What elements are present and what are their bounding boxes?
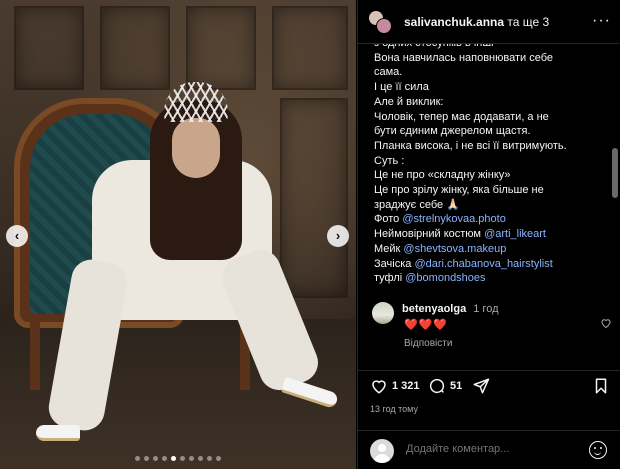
wall-panel: [14, 6, 84, 90]
author-username[interactable]: salivanchuk.anna: [404, 15, 504, 29]
caption-text: сама.: [374, 66, 403, 79]
comment-input[interactable]: [406, 443, 586, 455]
next-slide-button[interactable]: ›: [327, 225, 349, 247]
caption-text: Це не про «складну жінку»: [374, 169, 511, 182]
caption-text: Суть :: [374, 154, 405, 167]
mention-link[interactable]: @shevtsova.makeup: [403, 243, 506, 255]
caption-text: Фото: [374, 213, 403, 226]
caption-line: зраджує себе 🙏🏻: [374, 198, 604, 213]
current-user-avatar: [370, 439, 394, 463]
carousel-dot: [198, 456, 203, 461]
chevron-right-icon: ›: [335, 228, 341, 243]
caption-text: бути єдиним джерелом щастя.: [374, 125, 531, 138]
carousel-dot: [171, 456, 176, 461]
reply-button[interactable]: Відповісти: [404, 338, 452, 349]
user-silhouette-icon: [378, 444, 386, 452]
caption-line: Зачіска @dari.chabanova_hairstylist: [374, 257, 604, 272]
action-bar: 1 321 51: [358, 370, 620, 404]
caption-line: бути єдиним джерелом щастя.: [374, 124, 604, 139]
comment-button[interactable]: 51: [428, 377, 462, 395]
caption-text: Мейк: [374, 242, 404, 255]
caption-line: Але й виклик:: [374, 95, 604, 110]
caption-text: зраджує себе 🙏🏻: [374, 198, 460, 211]
like-count: 1 321: [392, 380, 420, 392]
mention-link[interactable]: @arti_likeart: [484, 228, 546, 240]
add-comment-bar: [358, 430, 620, 469]
mention-link[interactable]: @dari.chabanova_hairstylist: [414, 258, 552, 270]
carousel-dot: [135, 456, 140, 461]
carousel-dot: [144, 456, 149, 461]
wall-panel: [272, 6, 348, 90]
caption-line: туфлі @bomondshoes: [374, 271, 604, 286]
wall-panel: [100, 6, 170, 90]
caption-text: Чоловік, тепер має додавати, а не: [374, 110, 549, 123]
carousel-dot: [162, 456, 167, 461]
carousel-indicators: [0, 456, 356, 461]
caption-text: Неймовірний костюм: [374, 228, 485, 241]
wall-panel: [280, 98, 348, 298]
caption-line: І це її сила: [374, 80, 604, 95]
post-side-panel: salivanchuk.anna та ще 3 ··· з одних сто…: [357, 0, 620, 469]
caption-text: з одних стосунків в інші: [374, 44, 494, 49]
caption-text: І це її сила: [374, 81, 429, 94]
previous-slide-button[interactable]: ‹: [6, 225, 28, 247]
chevron-left-icon: ‹: [14, 228, 20, 243]
wall-panel: [186, 6, 256, 90]
more-options-icon[interactable]: ···: [592, 12, 611, 30]
caption-line: Вона навчилась наповнювати себе: [374, 51, 604, 66]
comment-text: ❤️❤️❤️: [404, 319, 449, 331]
carousel-dot: [153, 456, 158, 461]
coauthors-label[interactable]: та ще 3: [507, 15, 549, 29]
caption-text: Вона навчилась наповнювати себе: [374, 51, 554, 64]
caption-line: сама.: [374, 65, 604, 80]
carousel-dot: [189, 456, 194, 461]
commenter-avatar[interactable]: [372, 302, 394, 324]
face: [172, 118, 220, 178]
scrollbar[interactable]: [612, 148, 618, 198]
carousel-dot: [216, 456, 221, 461]
caption-line: з одних стосунків в інші: [374, 44, 604, 51]
collab-avatars[interactable]: [368, 9, 392, 34]
carousel-dot: [207, 456, 212, 461]
comment-like-button[interactable]: [600, 317, 612, 332]
heart-outline-icon: [601, 319, 611, 329]
post-authors: salivanchuk.anna та ще 3: [404, 15, 549, 29]
avatar: [376, 17, 392, 34]
post-timestamp[interactable]: 13 год тому: [370, 404, 418, 414]
mention-link[interactable]: @strelnykovaa.photo: [402, 213, 506, 225]
caption-text: Це про зрілу жінку, яка більше не: [374, 184, 544, 197]
emoji-icon[interactable]: [589, 441, 607, 459]
comment-count: 51: [450, 380, 463, 392]
post-image[interactable]: ‹ ›: [0, 0, 356, 469]
comment-time: 1 год: [473, 303, 499, 315]
armchair-leg: [30, 320, 40, 390]
caption-line: Неймовірний костюм @arti_likeart: [374, 227, 604, 242]
save-button[interactable]: [592, 377, 610, 395]
caption-line: Суть :: [374, 154, 604, 169]
caption-line: Планка висока, і не всі її витримують.: [374, 139, 604, 154]
carousel-dot: [180, 456, 185, 461]
like-button[interactable]: 1 321: [370, 377, 420, 395]
share-button[interactable]: [472, 377, 490, 395]
post-caption: з одних стосунків в інші Вона навчилась н…: [374, 44, 604, 287]
commenter-username[interactable]: betenyaolga: [402, 303, 466, 315]
caption-line: Мейк @shevtsova.makeup: [374, 242, 604, 257]
bookmark-icon: [595, 378, 607, 394]
comment-header: betenyaolga 1 год: [402, 303, 499, 315]
mention-link[interactable]: @bomondshoes: [405, 272, 485, 284]
heart-icon: [372, 380, 386, 394]
caption-text: Але й виклик:: [374, 95, 444, 108]
caption-line: Фото @strelnykovaa.photo: [374, 212, 604, 227]
caption-line: Чоловік, тепер має додавати, а не: [374, 110, 604, 125]
send-icon: [473, 378, 490, 394]
caption-line: Це не про «складну жінку»: [374, 168, 604, 183]
white-heel: [36, 425, 80, 441]
comment-icon: [429, 378, 445, 394]
caption-text: туфлі: [374, 272, 406, 285]
post-header: salivanchuk.anna та ще 3 ···: [358, 0, 620, 44]
caption-text: Планка висока, і не всі її витримують.: [374, 139, 567, 152]
caption-text: Зачіска: [374, 257, 415, 270]
comment-item: betenyaolga 1 год ❤️❤️❤️ Відповісти: [372, 300, 612, 360]
caption-line: Це про зрілу жінку, яка більше не: [374, 183, 604, 198]
